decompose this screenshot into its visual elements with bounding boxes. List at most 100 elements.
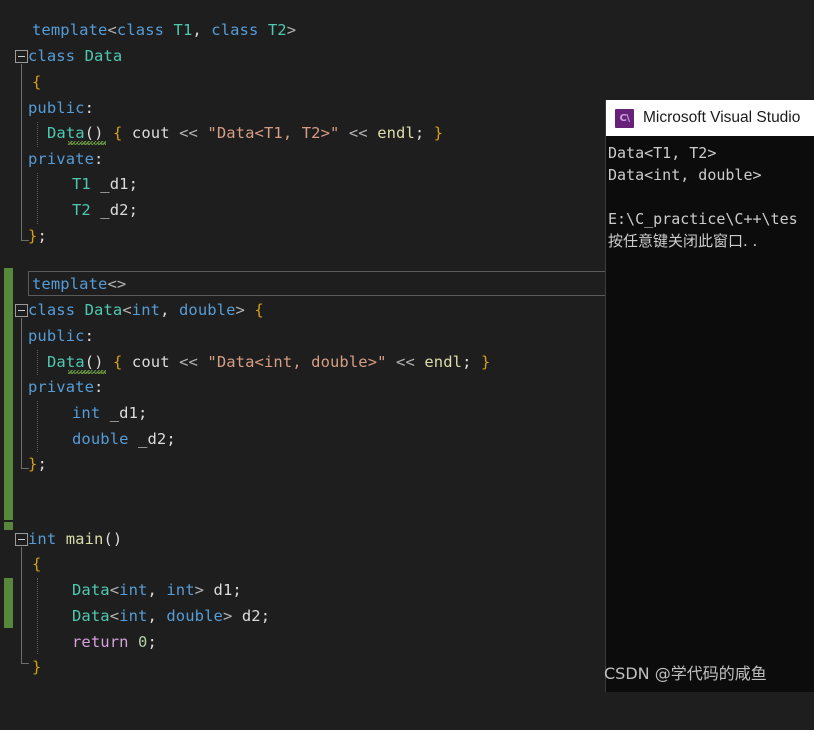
code-token: ; (37, 227, 47, 245)
code-line[interactable]: Data() { cout << "Data<T1, T2>" << endl;… (0, 121, 443, 146)
code-token: , (147, 607, 167, 625)
code-token: class (211, 21, 259, 39)
code-line[interactable]: Data<int, int> d1; (0, 578, 242, 603)
code-line-text: class Data (28, 44, 122, 69)
error-squiggle (68, 141, 106, 145)
code-line[interactable]: int _d1; (0, 401, 147, 426)
code-token: () (103, 530, 123, 548)
code-token: ; (414, 124, 434, 142)
code-token: template (32, 21, 108, 39)
code-token: << (179, 124, 198, 142)
code-line-text: Data() { cout << "Data<T1, T2>" << endl;… (47, 121, 443, 146)
code-token: private (28, 378, 95, 396)
code-token: _d1 (100, 404, 139, 422)
code-line[interactable]: template<class T1, class T2> (0, 18, 296, 43)
code-line-text: } (32, 655, 41, 680)
code-line-text: template<> (32, 272, 126, 297)
code-line-text: Data() { cout << "Data<int, double>" << … (47, 350, 490, 375)
code-token: < (107, 21, 117, 39)
code-line-text: template<class T1, class T2> (32, 18, 296, 43)
code-token: > (235, 301, 255, 319)
code-token: ; (232, 581, 242, 599)
console-line-path: E:\C_practice\C++\tes (608, 210, 798, 228)
code-token: int (131, 301, 161, 319)
code-token: < (122, 301, 132, 319)
code-line[interactable]: Data() { cout << "Data<int, double>" << … (0, 350, 490, 375)
code-line[interactable]: return 0; (0, 630, 157, 655)
code-token: int (119, 607, 148, 625)
code-line[interactable]: } (0, 655, 41, 680)
code-token: d2 (241, 607, 261, 625)
code-token: public (28, 99, 85, 117)
code-line[interactable]: { (0, 70, 41, 95)
code-token: << (179, 353, 198, 371)
code-line-text: }; (28, 224, 47, 249)
code-token: cout (131, 124, 170, 142)
code-line[interactable]: class Data (0, 44, 122, 69)
code-token: T1 (72, 175, 91, 193)
code-line[interactable]: T2 _d2; (0, 198, 138, 223)
code-line[interactable]: { (0, 552, 42, 577)
code-line[interactable]: private: (0, 147, 103, 172)
code-token: class (116, 21, 165, 39)
code-token: double (72, 430, 129, 448)
code-line-text: private: (28, 147, 103, 172)
code-token: class (28, 47, 76, 65)
code-token: : (94, 378, 104, 396)
code-token: } (480, 353, 491, 371)
code-line-text: Data<int, double> d2; (72, 604, 270, 629)
code-line[interactable]: template<> (0, 272, 126, 297)
code-token: ; (37, 455, 47, 473)
code-token: endl (377, 124, 415, 142)
code-token: << (396, 353, 415, 371)
console-line-prompt: 按任意键关闭此窗口. . (608, 232, 758, 250)
code-line[interactable]: class Data<int, double> { (0, 298, 264, 323)
code-token: ; (128, 201, 139, 219)
code-token: } (32, 658, 42, 676)
code-line[interactable]: public: (0, 96, 94, 121)
code-line-text: public: (28, 324, 94, 349)
code-token: : (94, 150, 104, 168)
code-token: , (192, 21, 212, 39)
code-line-text: return 0; (72, 630, 157, 655)
code-line[interactable]: }; (0, 452, 47, 477)
code-token: int (28, 530, 57, 548)
visual-studio-cpp-icon: C\ (615, 108, 634, 128)
code-line[interactable]: int main() (0, 527, 122, 552)
code-line-text: T1 _d1; (72, 172, 138, 197)
code-token: > (222, 607, 242, 625)
console-window[interactable]: C\ Microsoft Visual Studio Data<T1, T2> … (605, 100, 814, 692)
code-line[interactable]: double _d2; (0, 427, 176, 452)
code-token: d1 (213, 581, 233, 599)
code-token: { (32, 555, 42, 573)
code-line[interactable]: Data<int, double> d2; (0, 604, 270, 629)
code-line[interactable]: public: (0, 324, 94, 349)
code-token: template (32, 275, 108, 293)
code-line-text: public: (28, 96, 94, 121)
console-titlebar[interactable]: C\ Microsoft Visual Studio (606, 100, 814, 136)
code-token: { (254, 301, 264, 319)
code-token: << (348, 124, 368, 142)
code-token: public (28, 327, 85, 345)
code-token: Data (84, 47, 123, 65)
code-token: return (72, 633, 129, 651)
code-token: main (65, 530, 104, 548)
code-token: > (286, 21, 297, 39)
code-token: Data (72, 581, 110, 599)
code-line[interactable]: private: (0, 375, 103, 400)
code-token: : (84, 99, 95, 117)
code-line[interactable]: }; (0, 224, 47, 249)
console-window-title: Microsoft Visual Studio (643, 109, 801, 126)
code-line[interactable]: T1 _d1; (0, 172, 138, 197)
